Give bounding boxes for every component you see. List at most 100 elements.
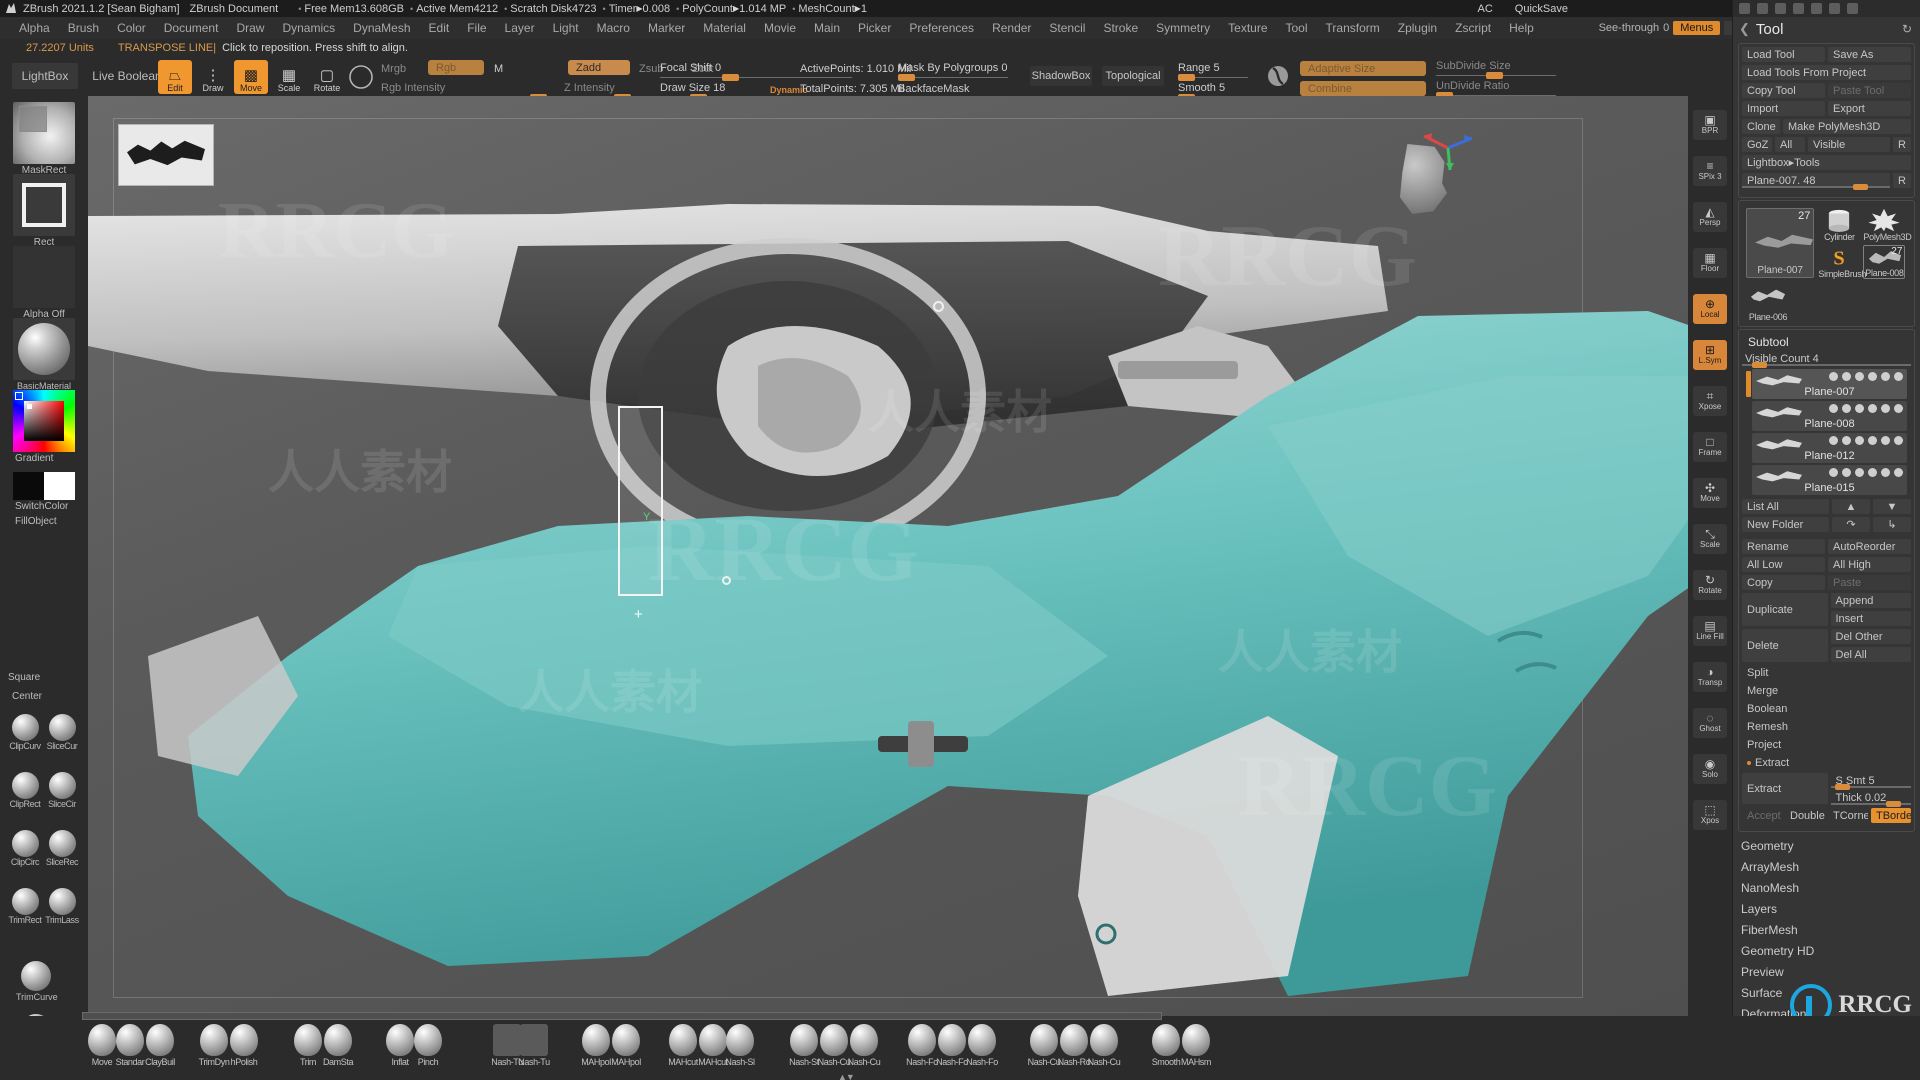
brush-nash-cu[interactable]: Nash-Cu <box>846 1024 882 1067</box>
brush-damsta[interactable]: DamSta <box>320 1024 356 1067</box>
brush-nash-sl[interactable]: Nash-Sl <box>722 1024 758 1067</box>
material-sphere-icon[interactable] <box>348 64 374 90</box>
left-tool-trimrect[interactable]: TrimRect <box>8 888 42 925</box>
polypaint-icon[interactable] <box>1842 404 1851 413</box>
color-picker[interactable] <box>13 390 75 452</box>
left-shelf-item-material[interactable]: BasicMaterial <box>13 318 75 391</box>
visible-count-knob[interactable] <box>1752 362 1767 368</box>
eye-icon[interactable] <box>1894 436 1903 445</box>
mask-polygroups-knob[interactable] <box>898 74 915 81</box>
center-modifier-label[interactable]: Center <box>12 691 42 702</box>
palette-section-preview[interactable]: Preview <box>1741 962 1912 983</box>
brush-hpolish[interactable]: hPolish <box>226 1024 262 1067</box>
palette-section-nanomesh[interactable]: NanoMesh <box>1741 878 1912 899</box>
combine-button[interactable]: Combine <box>1300 81 1426 96</box>
move-up-button[interactable]: ▲ <box>1832 499 1870 514</box>
rename-button[interactable]: Rename <box>1742 539 1825 554</box>
slicecurve-icon[interactable] <box>49 714 76 741</box>
draw-mode-button[interactable]: ⋮ Draw <box>196 60 230 94</box>
palette-icon-6[interactable] <box>1829 3 1840 14</box>
menu-item-zscript[interactable]: Zscript <box>1446 20 1500 36</box>
s-smt-slider[interactable]: S Smt 5 <box>1831 773 1912 788</box>
menu-item-dynamesh[interactable]: DynaMesh <box>344 20 419 36</box>
brush-claybuil[interactable]: ClayBuil <box>142 1024 178 1067</box>
arrow-icon[interactable] <box>1829 404 1838 413</box>
left-shelf-item-trimcurve[interactable]: TrimCurve <box>16 961 56 1002</box>
tool-thumb-cylinder[interactable]: Cylinder <box>1818 208 1860 242</box>
clipcircle-icon[interactable] <box>12 830 39 857</box>
palette-icon-2[interactable] <box>1757 3 1768 14</box>
menu-item-file[interactable]: File <box>458 20 495 36</box>
palette-icon-3[interactable] <box>1775 3 1786 14</box>
autoreorder-button[interactable]: AutoReorder <box>1828 539 1911 554</box>
color-swatches[interactable] <box>13 472 75 500</box>
document-preview-thumbnail[interactable] <box>118 124 214 186</box>
viewport-tool-spix-3[interactable]: ≡SPix 3 <box>1693 156 1727 186</box>
subdivide-size-knob[interactable] <box>1486 72 1503 79</box>
palette-section-arraymesh[interactable]: ArrayMesh <box>1741 857 1912 878</box>
thick-slider[interactable]: Thick 0.02 <box>1831 790 1912 805</box>
viewport-canvas[interactable]: + Y RRCG RRCG RRCG RRCG 人人素材 人人素材 人人素材 人… <box>88 96 1688 1016</box>
eye-icon[interactable] <box>1894 404 1903 413</box>
tool-thumb-simplebrush[interactable]: S SimpleBrush <box>1818 245 1860 279</box>
quicksave-button[interactable]: QuickSave <box>1515 3 1568 15</box>
palette-back-icon[interactable]: ❮ <box>1739 21 1750 37</box>
left-tool-clipcircle[interactable]: ClipCirc <box>8 830 42 867</box>
palette-icon-1[interactable] <box>1739 3 1750 14</box>
mask-by-polygroups-slider[interactable]: Mask By Polygroups 0 <box>898 63 1008 78</box>
left-shelf-item-alpha[interactable]: Alpha Off <box>13 246 75 320</box>
mask-icon[interactable] <box>1855 436 1864 445</box>
menu-item-light[interactable]: Light <box>544 20 588 36</box>
boolean-button[interactable]: Boolean <box>1742 701 1911 716</box>
trimrect-icon[interactable] <box>12 888 39 915</box>
rect-thumb[interactable] <box>13 174 75 236</box>
brush-nash-cu[interactable]: Nash-Cu <box>1086 1024 1122 1067</box>
eye-icon[interactable] <box>1894 372 1903 381</box>
arrow-icon[interactable] <box>1829 372 1838 381</box>
slicerect-icon[interactable] <box>49 830 76 857</box>
trimcurve-icon[interactable] <box>21 961 51 991</box>
subtool-row[interactable]: Plane-012 <box>1752 433 1907 463</box>
left-shelf-item-maskrect[interactable]: MaskRect <box>13 102 75 176</box>
subtool-row[interactable]: Plane-015 <box>1752 465 1907 495</box>
thick-knob[interactable] <box>1886 801 1901 807</box>
menu-item-stencil[interactable]: Stencil <box>1040 20 1094 36</box>
del-all-button[interactable]: Del All <box>1831 647 1912 662</box>
left-shelf-item-rect[interactable]: Rect <box>13 174 75 248</box>
double-button[interactable]: Double <box>1785 808 1825 823</box>
load-tool-button[interactable]: Load Tool <box>1742 47 1825 62</box>
switchcolor-label[interactable]: SwitchColor <box>13 501 75 512</box>
mask-icon[interactable] <box>1855 404 1864 413</box>
clone-button[interactable]: Clone <box>1742 119 1780 134</box>
viewport-tool-solo[interactable]: ◉Solo <box>1693 754 1727 784</box>
viewport-tool-ghost[interactable]: ◌Ghost <box>1693 708 1727 738</box>
trimlasso-icon[interactable] <box>49 888 76 915</box>
material-thumb[interactable] <box>13 318 75 380</box>
current-tool-r-button[interactable]: R <box>1893 173 1911 188</box>
viewport-tool-scale[interactable]: ⤡Scale <box>1693 524 1727 554</box>
palette-section-geometry[interactable]: Geometry <box>1741 836 1912 857</box>
menu-item-draw[interactable]: Draw <box>227 20 273 36</box>
primary-color-swatch[interactable] <box>13 472 44 500</box>
left-shelf-item-switchcolor[interactable]: SwitchColor FillObject <box>13 472 75 527</box>
left-tool-slicecircle[interactable]: SliceCir <box>45 772 79 809</box>
mask-icon[interactable] <box>1855 468 1864 477</box>
transpose-mask-rect[interactable] <box>618 406 663 596</box>
accept-button[interactable]: Accept <box>1742 808 1782 823</box>
maskrect-thumb[interactable] <box>13 102 75 164</box>
lightbox-button[interactable]: LightBox <box>12 63 78 89</box>
edit-icon[interactable] <box>1881 468 1890 477</box>
backface-mask-button[interactable]: BackfaceMask <box>898 83 970 95</box>
viewport-tool-floor[interactable]: ▦Floor <box>1693 248 1727 278</box>
goz-all-button[interactable]: All <box>1775 137 1805 152</box>
zadd-button[interactable]: Zadd <box>568 60 630 75</box>
paste-subtool-button[interactable]: Paste <box>1828 575 1911 590</box>
extract-button[interactable]: Extract <box>1742 773 1828 804</box>
left-tool-clipcurve[interactable]: ClipCurv <box>8 714 42 751</box>
append-button[interactable]: Append <box>1831 593 1912 608</box>
rotate-mode-button[interactable]: ▢ Rotate <box>310 60 344 94</box>
sculpt-model[interactable] <box>88 96 1688 1016</box>
arrow-icon[interactable] <box>1829 468 1838 477</box>
viewport-tool-xpos[interactable]: ⬚Xpos <box>1693 800 1727 830</box>
menu-item-edit[interactable]: Edit <box>420 20 459 36</box>
